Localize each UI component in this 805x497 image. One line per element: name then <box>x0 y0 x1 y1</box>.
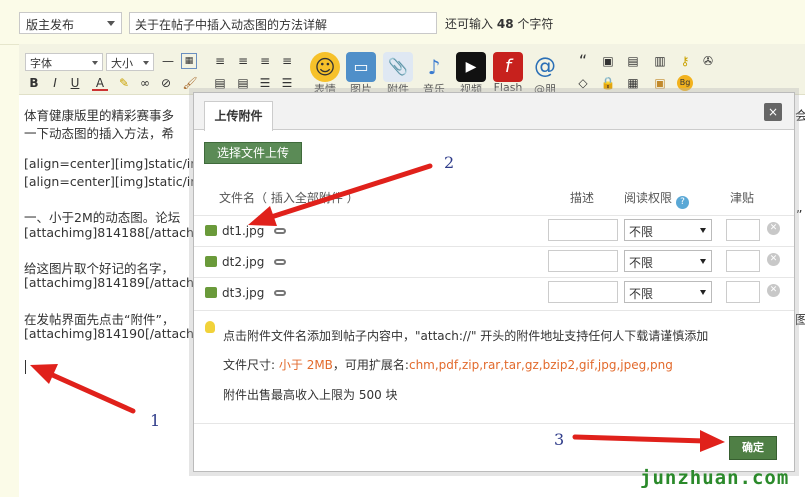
arrow-3 <box>572 430 725 452</box>
arrow-2 <box>248 163 433 226</box>
arrow-1 <box>30 364 136 414</box>
annotation-number-1: 1 <box>150 411 161 430</box>
watermark: junzhuan.com <box>640 467 790 489</box>
annotation-arrows <box>30 163 725 452</box>
annotation-number-3: 3 <box>554 430 565 449</box>
annotation-number-2: 2 <box>444 153 455 172</box>
